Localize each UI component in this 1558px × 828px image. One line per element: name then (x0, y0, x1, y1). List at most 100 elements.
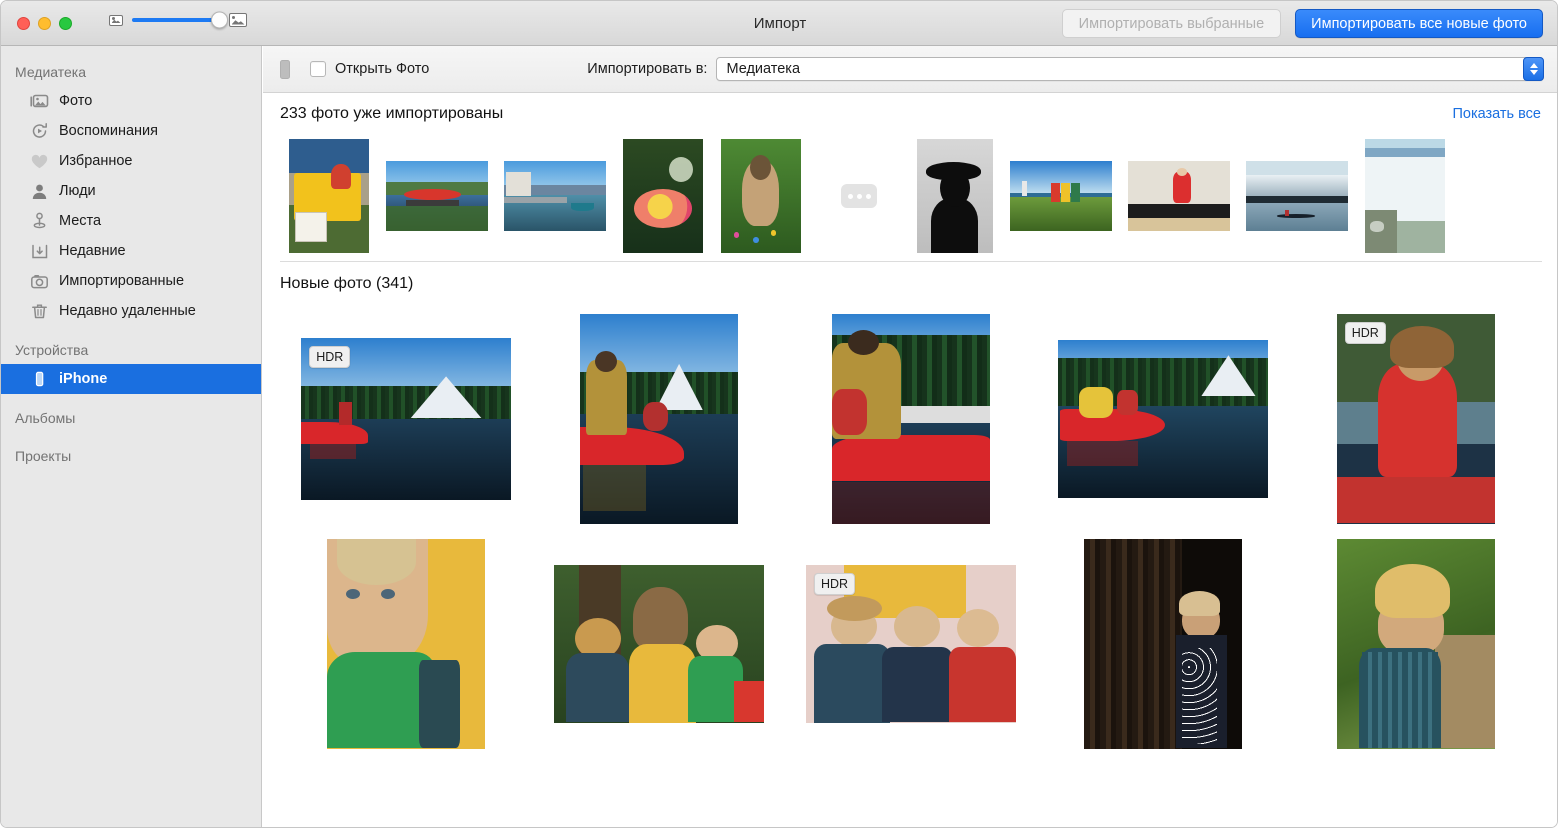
grid-cell[interactable] (1037, 306, 1289, 531)
sidebar-item-label: Фото (59, 93, 92, 109)
strip-cell[interactable] (1356, 139, 1454, 253)
thumbnail-red-seaplane-on-lake[interactable] (386, 161, 488, 231)
grid-cell[interactable] (1037, 531, 1289, 756)
download-icon (29, 241, 50, 261)
thumbnail-three-kids-portrait[interactable] (554, 565, 764, 723)
person-icon (29, 181, 50, 201)
imported-section-header: 233 фото уже импортированы Показать все (263, 93, 1558, 135)
import-all-new-button[interactable]: Импортировать все новые фото (1295, 9, 1543, 38)
sidebar-item-label: Места (59, 213, 101, 229)
thumbnail-kids-lying-down[interactable]: HDR (806, 565, 1016, 723)
sidebar-item-favorites[interactable]: Избранное (1, 146, 261, 176)
grid-cell[interactable]: HDR (280, 306, 532, 531)
strip-cell[interactable] (1238, 161, 1356, 231)
sidebar-spacer (1, 394, 261, 404)
strip-cell[interactable] (378, 161, 496, 231)
open-photos-checkbox-group[interactable]: Открыть Фото (310, 61, 429, 77)
thumbnail-yellow-truck-open-sign[interactable] (289, 139, 369, 253)
grid-cell[interactable] (785, 306, 1037, 531)
strip-cell[interactable] (712, 139, 810, 253)
strip-cell[interactable] (496, 161, 614, 231)
import-destination-select[interactable]: Медиатека (716, 57, 1544, 81)
open-photos-label: Открыть Фото (335, 61, 429, 77)
sidebar-item-recently-deleted[interactable]: Недавно удаленные (1, 296, 261, 326)
strip-cell-more[interactable] (810, 184, 908, 208)
hdr-badge: HDR (1345, 322, 1386, 345)
camera-icon (29, 271, 50, 291)
thumbnail-boy-on-grass-path[interactable] (1337, 539, 1495, 749)
sidebar-group-projects-title[interactable]: Проекты (1, 442, 261, 470)
sidebar-item-label: iPhone (59, 371, 107, 387)
thumbnail-man-in-canoe-vertical-2[interactable] (832, 314, 990, 524)
import-destination-group: Импортировать в: Медиатека (587, 57, 1558, 81)
sidebar-item-places[interactable]: Места (1, 206, 261, 236)
iphone-icon (29, 369, 50, 389)
thumbnail-red-canoe-on-lake[interactable] (1058, 340, 1268, 498)
thumbnail-dog-in-grass[interactable] (721, 139, 801, 253)
grid-cell[interactable] (1290, 531, 1542, 756)
open-photos-checkbox[interactable] (310, 61, 326, 77)
new-photos-section-header: Новые фото (341) (263, 262, 1558, 306)
grid-cell[interactable]: HDR (1290, 306, 1542, 531)
grid-cell[interactable]: HDR (785, 531, 1037, 756)
strip-cell[interactable] (614, 139, 712, 253)
pin-icon (29, 211, 50, 231)
content-area: Открыть Фото Импортировать в: Медиатека … (263, 46, 1558, 828)
sidebar-item-imported[interactable]: Импортированные (1, 266, 261, 296)
sidebar-item-label: Недавние (59, 243, 126, 259)
grid-row: HDR (280, 531, 1542, 756)
new-photos-section-title: Новые фото (341) (280, 275, 413, 293)
strip-cell[interactable] (1002, 161, 1120, 231)
thumbnail-child-in-green-shirt[interactable] (327, 539, 485, 749)
sidebar-spacer (1, 326, 261, 336)
thumbnail-dock-and-boats[interactable] (504, 161, 606, 231)
sidebar-group-library-title: Медиатека (1, 58, 261, 86)
sidebar-item-label: Воспоминания (59, 123, 158, 139)
hdr-badge: HDR (814, 573, 855, 596)
thumbnail-girl-jumping-red-outfit[interactable] (1128, 161, 1230, 231)
sidebar-spacer (1, 432, 261, 442)
trash-icon (29, 301, 50, 321)
sidebar-item-people[interactable]: Люди (1, 176, 261, 206)
thumbnail-silhouette-hat-portrait[interactable] (917, 139, 993, 253)
grid-cell[interactable] (532, 531, 784, 756)
strip-cell[interactable] (280, 139, 378, 253)
sidebar-item-photos[interactable]: Фото (1, 86, 261, 116)
thumbnail-man-in-canoe-vertical[interactable] (580, 314, 738, 524)
import-to-label: Импортировать в: (587, 61, 707, 77)
sidebar-group-albums-title[interactable]: Альбомы (1, 404, 261, 432)
strip-cell[interactable] (908, 139, 1002, 253)
sidebar-item-label: Недавно удаленные (59, 303, 196, 319)
thumbnail-lake-mountain-red-canoe[interactable]: HDR (301, 338, 511, 500)
chevron-updown-icon[interactable] (1523, 57, 1544, 81)
import-selected-button[interactable]: Импортировать выбранные (1062, 9, 1282, 38)
sidebar-item-memories[interactable]: Воспоминания (1, 116, 261, 146)
sidebar-group-devices-title: Устройства (1, 336, 261, 364)
strip-cell[interactable] (1120, 161, 1238, 231)
imported-thumbnail-strip[interactable] (263, 135, 1558, 257)
sidebar-item-iphone[interactable]: iPhone (1, 364, 261, 394)
iphone-icon (280, 60, 290, 79)
import-destination-value: Медиатека (717, 61, 800, 77)
sidebar-item-label: Импортированные (59, 273, 184, 289)
thumbnail-pink-yellow-rose[interactable] (623, 139, 703, 253)
sidebar-item-label: Избранное (59, 153, 132, 169)
sidebar-item-label: Люди (59, 183, 96, 199)
sidebar-item-recents[interactable]: Недавние (1, 236, 261, 266)
photos-import-window: Импорт Импортировать выбранные Импортиро… (0, 0, 1558, 828)
thumbnail-girl-behind-tree[interactable] (1084, 539, 1242, 749)
content-toolbar: Открыть Фото Импортировать в: Медиатека (263, 46, 1558, 93)
grid-row: HDR (280, 306, 1542, 531)
titlebar-actions: Импортировать выбранные Импортировать вс… (1062, 9, 1543, 38)
heart-icon (29, 151, 50, 171)
grid-cell[interactable] (280, 531, 532, 756)
thumbnail-canoe-in-front-of-glacier[interactable] (1246, 161, 1348, 231)
show-all-link[interactable]: Показать все (1452, 106, 1541, 122)
grid-cell[interactable] (532, 306, 784, 531)
thumbnail-people-on-coastal-field[interactable] (1010, 161, 1112, 231)
imported-section-title: 233 фото уже импортированы (280, 105, 503, 123)
new-photos-grid: HDR (263, 306, 1558, 756)
ellipsis-icon[interactable] (841, 184, 877, 208)
thumbnail-woman-in-red-hoodie-canoe[interactable]: HDR (1337, 314, 1495, 524)
thumbnail-rocky-shoreline[interactable] (1365, 139, 1445, 253)
